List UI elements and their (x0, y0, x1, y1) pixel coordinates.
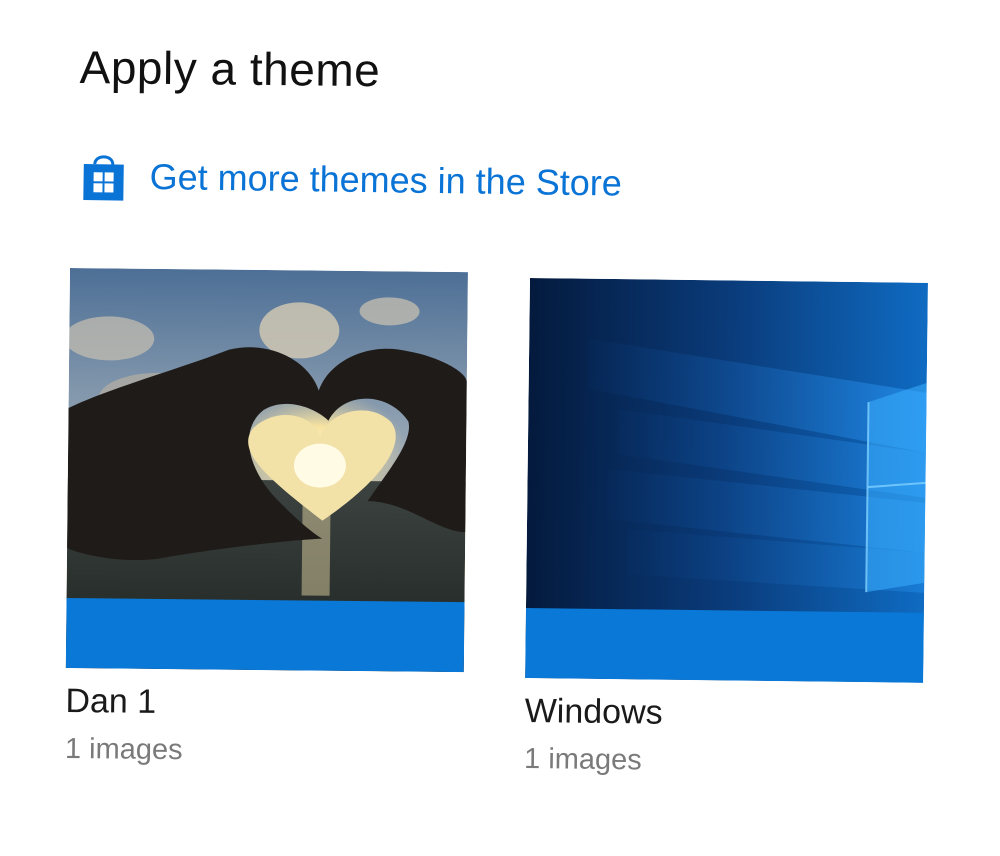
theme-thumbnail (65, 268, 468, 673)
heart-hands-sunset-image (65, 268, 468, 673)
theme-name: Windows (524, 691, 663, 732)
theme-image-count: 1 images (523, 742, 642, 777)
store-link[interactable]: Get more themes in the Store (79, 150, 622, 210)
theme-name: Dan 1 (65, 681, 157, 721)
theme-image-count: 1 images (64, 732, 183, 767)
store-link-label: Get more themes in the Store (149, 155, 623, 204)
store-bag-icon (79, 150, 128, 203)
theme-card-windows[interactable]: Windows 1 images (524, 278, 928, 781)
themes-page: Apply a theme Get more themes in the Sto… (0, 0, 1000, 856)
theme-card-dan-1[interactable]: Dan 1 1 images (65, 268, 468, 770)
page-title: Apply a theme (79, 40, 381, 97)
windows-hero-wallpaper-image (525, 278, 928, 683)
theme-thumbnail (525, 278, 928, 683)
